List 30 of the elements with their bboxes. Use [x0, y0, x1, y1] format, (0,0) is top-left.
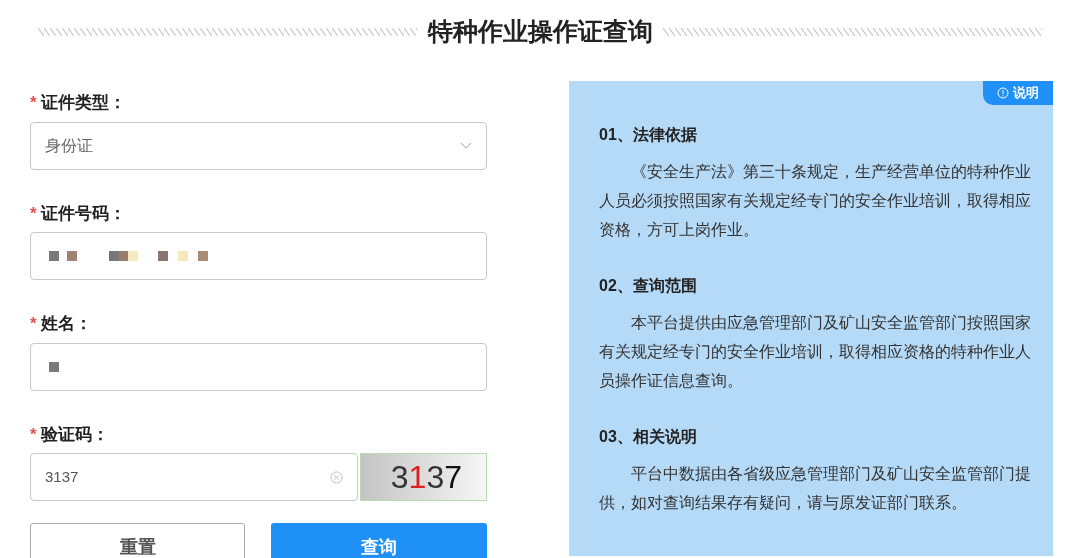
redaction-drawing — [49, 361, 59, 372]
field-label: 证件类型： — [40, 92, 126, 114]
section-heading: 03、相关说明 — [599, 427, 698, 447]
text-input-field[interactable] — [30, 342, 487, 391]
info-icon — [997, 87, 1009, 99]
required-mark: * — [30, 423, 37, 446]
required-mark: * — [30, 313, 37, 335]
field-label: 证件号码： — [40, 202, 126, 225]
field-label: 姓名： — [40, 313, 92, 335]
section-text: 《安全生产法》第三十条规定，生产经营单位的特种作业人员必须按照国家有关规定经专门的安全作业培训，取得相应资格，方可上岗作业。 — [599, 162, 1032, 240]
captcha-digit: 7 — [444, 458, 462, 497]
page-title: 特种作业操作证查询 — [427, 16, 653, 48]
text-input-field[interactable] — [30, 232, 487, 280]
section-heading: 01、法律依据 — [599, 125, 698, 145]
clear-icon[interactable] — [330, 470, 343, 484]
section-text: 本平台提供由应急管理部门及矿山安全监管部门按照国家有关规定经专门的安全作业培训，取得相应资格的特种作业人员操作证信息查询。 — [599, 313, 1032, 391]
id-type-select[interactable]: 身份证 — [30, 121, 487, 170]
section-text: 平台中数据由各省级应急管理部门及矿山安全监管部门提供，如对查询结果存有疑问，请与原发证部门联系。 — [599, 464, 1032, 513]
field-label: 验证码： — [40, 423, 109, 446]
chevron-down-icon — [460, 141, 472, 150]
required-mark: * — [30, 92, 37, 114]
badge-label: 说明 — [1013, 84, 1039, 103]
captcha-digit: 1 — [408, 458, 427, 497]
captcha-digit: 3 — [390, 458, 409, 497]
section-heading: 02、查询范围 — [599, 276, 698, 296]
captcha-input-field[interactable]: 3137 — [30, 453, 358, 501]
captcha-image[interactable]: 3137 — [360, 453, 487, 501]
reset-button[interactable]: 重置 — [30, 523, 245, 558]
captcha-digit: 3 — [426, 458, 445, 497]
required-mark: * — [30, 202, 37, 225]
